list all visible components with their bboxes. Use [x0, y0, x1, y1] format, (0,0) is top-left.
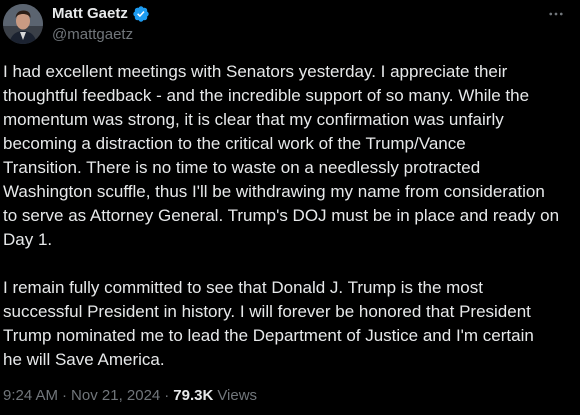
author-display-name[interactable]: Matt Gaetz [52, 4, 128, 24]
tweet: Matt Gaetz @mattgaetz I had excellent me… [0, 0, 580, 415]
views-count: 79.3K [173, 387, 214, 404]
tweet-time[interactable]: 9:24 AM [3, 386, 58, 406]
views-label: Views [217, 387, 258, 404]
author-name-row[interactable]: Matt Gaetz [52, 4, 150, 24]
tweet-text: I had excellent meetings with Senators y… [3, 60, 575, 372]
avatar[interactable] [3, 4, 43, 44]
meta-separator: · [62, 387, 68, 404]
meta-separator: · [164, 387, 170, 404]
verified-badge-icon [132, 5, 150, 23]
tweet-paragraph: I remain fully committed to see that Don… [3, 278, 534, 369]
tweet-paragraph: I had excellent meetings with Senators y… [3, 62, 560, 249]
author-handle[interactable]: @mattgaetz [52, 25, 133, 45]
more-horizontal-icon [547, 5, 565, 28]
more-options-button[interactable] [544, 6, 568, 26]
tweet-meta: 9:24 AM · Nov 21, 2024 · 79.3K Views [3, 386, 257, 406]
tweet-date[interactable]: Nov 21, 2024 [71, 386, 160, 406]
